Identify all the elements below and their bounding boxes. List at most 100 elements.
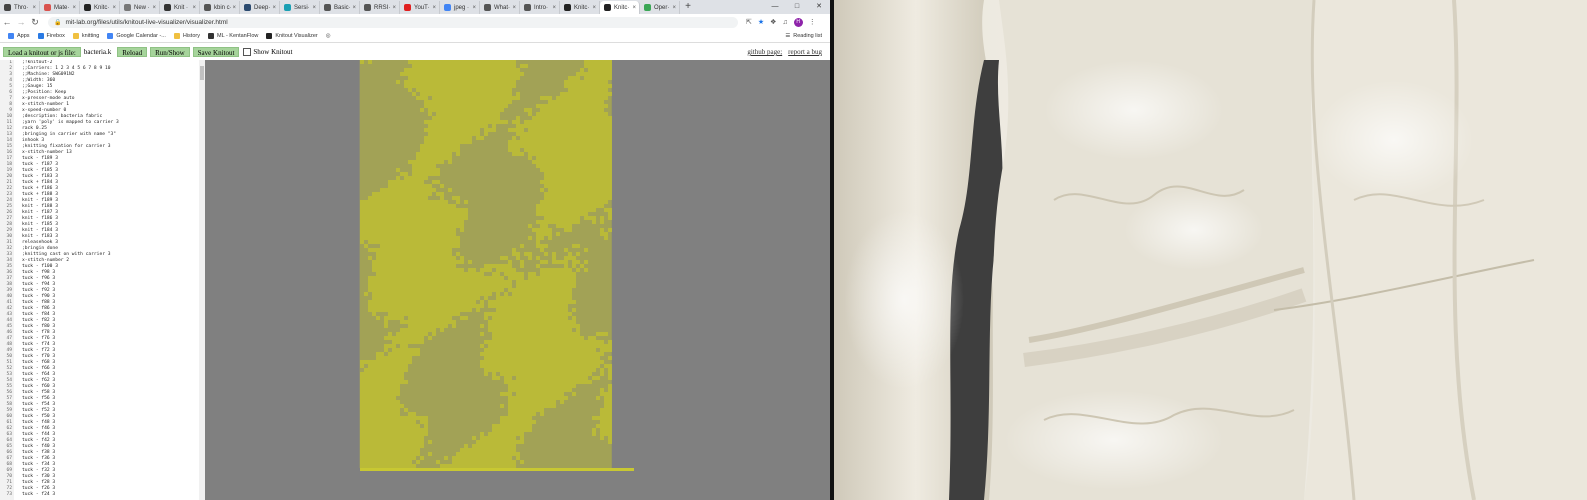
code-text: tuck - f54 3	[22, 402, 56, 407]
run-show-button[interactable]: Run/Show	[150, 47, 190, 57]
back-icon[interactable]: ←	[0, 17, 14, 27]
save-knitout-button[interactable]: Save Knitout	[192, 47, 240, 57]
tab-close-icon[interactable]: ×	[32, 5, 36, 11]
header-links: github page; report a bug	[747, 48, 822, 56]
code-text: tuck - f38 3	[22, 450, 56, 455]
bookmark-label: Knitout Visualizer	[275, 33, 318, 39]
bookmark-item[interactable]: Apps	[8, 33, 30, 39]
bookmark-item[interactable]: ML - KentanFlow	[207, 33, 258, 39]
tab-title: Knitc·	[574, 4, 590, 11]
loaded-filename: bacteria.k	[83, 48, 112, 56]
browser-tab[interactable]: Basic· ×	[320, 1, 360, 14]
tab-favicon-icon	[644, 4, 651, 11]
tab-close-icon[interactable]: ×	[72, 5, 76, 11]
media-icon[interactable]: ♫	[782, 19, 787, 26]
browser-tab[interactable]: kbin c· ×	[200, 1, 240, 14]
code-text: tuck - f44 3	[22, 432, 56, 437]
load-file-button[interactable]: Load a knitout or js file:	[3, 47, 81, 57]
browser-tab[interactable]: Sersi· ×	[280, 1, 320, 14]
bookmark-item[interactable]: Google Calendar -...	[107, 33, 166, 39]
show-knitout-checkbox[interactable]	[243, 48, 252, 56]
show-knitout-label: Show Knitout	[253, 48, 293, 56]
tab-close-icon[interactable]: ×	[272, 5, 276, 11]
browser-tab[interactable]: Thro· ×	[0, 1, 40, 14]
code-text: tuck - f70 3	[22, 354, 56, 359]
reload-icon[interactable]: ↻	[28, 17, 42, 28]
new-tab-button[interactable]: +	[680, 1, 696, 14]
bookmark-icon	[37, 33, 44, 39]
tab-close-icon[interactable]: ×	[152, 5, 156, 11]
bookmark-item[interactable]: knitting	[72, 33, 99, 39]
bookmark-item[interactable]: Knitout Visualizer	[266, 33, 318, 39]
code-text: inhook 3	[22, 138, 45, 143]
code-text: tuck - f34 3	[22, 462, 56, 467]
show-knitout-toggle[interactable]: Show Knitout	[243, 48, 293, 56]
tab-title: Thro·	[14, 4, 29, 11]
url-bar[interactable]: 🔒 mit-lab.org/files/utils/knitout-live-v…	[48, 16, 738, 28]
tab-close-icon[interactable]: ×	[512, 5, 516, 11]
editor-scrollbar-thumb[interactable]	[200, 66, 204, 80]
code-text: tuck - f42 3	[22, 438, 56, 443]
browser-tab[interactable]: Knitc· ×	[80, 1, 120, 14]
browser-tab[interactable]: Deep· ×	[240, 1, 280, 14]
code-text: knit - f183 3	[22, 234, 58, 239]
tab-close-icon[interactable]: ×	[632, 5, 636, 11]
code-text: tuck - f24 3	[22, 492, 56, 497]
minimize-icon[interactable]: —	[764, 1, 786, 14]
tab-close-icon[interactable]: ×	[232, 5, 236, 11]
browser-tab[interactable]: Knit · ×	[160, 1, 200, 14]
code-text: knit - f185 3	[22, 222, 58, 227]
tab-title: Knit ·	[174, 4, 189, 11]
tab-favicon-icon	[124, 4, 131, 11]
tab-close-icon[interactable]: ×	[672, 5, 676, 11]
share-icon[interactable]: ⇱	[746, 18, 752, 26]
close-window-icon[interactable]: ✕	[808, 1, 830, 14]
browser-tab[interactable]: What· ×	[480, 1, 520, 14]
tab-close-icon[interactable]: ×	[312, 5, 316, 11]
knit-visualizer-canvas[interactable]	[205, 60, 830, 500]
tab-close-icon[interactable]: ×	[352, 5, 356, 11]
browser-tab[interactable]: Knitc· ×	[600, 1, 640, 14]
browser-tab[interactable]: YouT· ×	[400, 1, 440, 14]
tab-close-icon[interactable]: ×	[472, 5, 476, 11]
globe-icon[interactable]: ◎	[326, 33, 331, 39]
code-text: tuck - f36 3	[22, 456, 56, 461]
report-bug-link[interactable]: report a bug	[788, 48, 822, 56]
lock-icon[interactable]: 🔒	[54, 19, 61, 26]
window-controls: — □ ✕	[764, 1, 830, 14]
forward-icon[interactable]: →	[14, 17, 28, 27]
github-link[interactable]: github page;	[747, 48, 782, 56]
code-text: ;;Gauge: 15	[22, 84, 53, 89]
reload-button[interactable]: Reload	[117, 47, 148, 57]
browser-tab[interactable]: Knitc· ×	[560, 1, 600, 14]
extensions-icon[interactable]: ❖	[770, 18, 776, 26]
address-icons: ⇱ ★ ❖ ♫ H ⋮	[746, 17, 816, 27]
knitout-code-editor[interactable]: 1 ;!knitout-2 2 ;;Carriers: 1 2 3 4 5 6 7 8…	[0, 60, 205, 500]
avatar[interactable]: H	[793, 17, 803, 27]
bookmark-item[interactable]: Firebox	[37, 33, 65, 39]
tab-close-icon[interactable]: ×	[592, 5, 596, 11]
code-text: x-stitch-number 13	[22, 150, 72, 155]
browser-tab[interactable]: Intro· ×	[520, 1, 560, 14]
browser-tab[interactable]: jpeg · ×	[440, 1, 480, 14]
menu-icon[interactable]: ⋮	[809, 18, 816, 26]
tab-close-icon[interactable]: ×	[112, 5, 116, 11]
reading-list-button[interactable]: ☰ Reading list	[785, 33, 822, 39]
tab-close-icon[interactable]: ×	[392, 5, 396, 11]
star-icon[interactable]: ★	[758, 18, 764, 26]
tab-close-icon[interactable]: ×	[192, 5, 196, 11]
maximize-icon[interactable]: □	[786, 1, 808, 14]
code-text: knit - f188 3	[22, 204, 58, 209]
code-text: x-speed-number 0	[22, 108, 67, 113]
tab-favicon-icon	[404, 4, 411, 11]
browser-tab[interactable]: Mate· ×	[40, 1, 80, 14]
code-text: tuck + f188 3	[22, 192, 58, 197]
tab-title: Intro·	[534, 4, 549, 11]
tab-close-icon[interactable]: ×	[432, 5, 436, 11]
bookmark-item[interactable]: History	[173, 33, 200, 39]
tab-close-icon[interactable]: ×	[552, 5, 556, 11]
browser-tab[interactable]: RRSI· ×	[360, 1, 400, 14]
browser-tab[interactable]: New · ×	[120, 1, 160, 14]
code-text: tuck - f50 3	[22, 414, 56, 419]
browser-tab[interactable]: Oper· ×	[640, 1, 680, 14]
